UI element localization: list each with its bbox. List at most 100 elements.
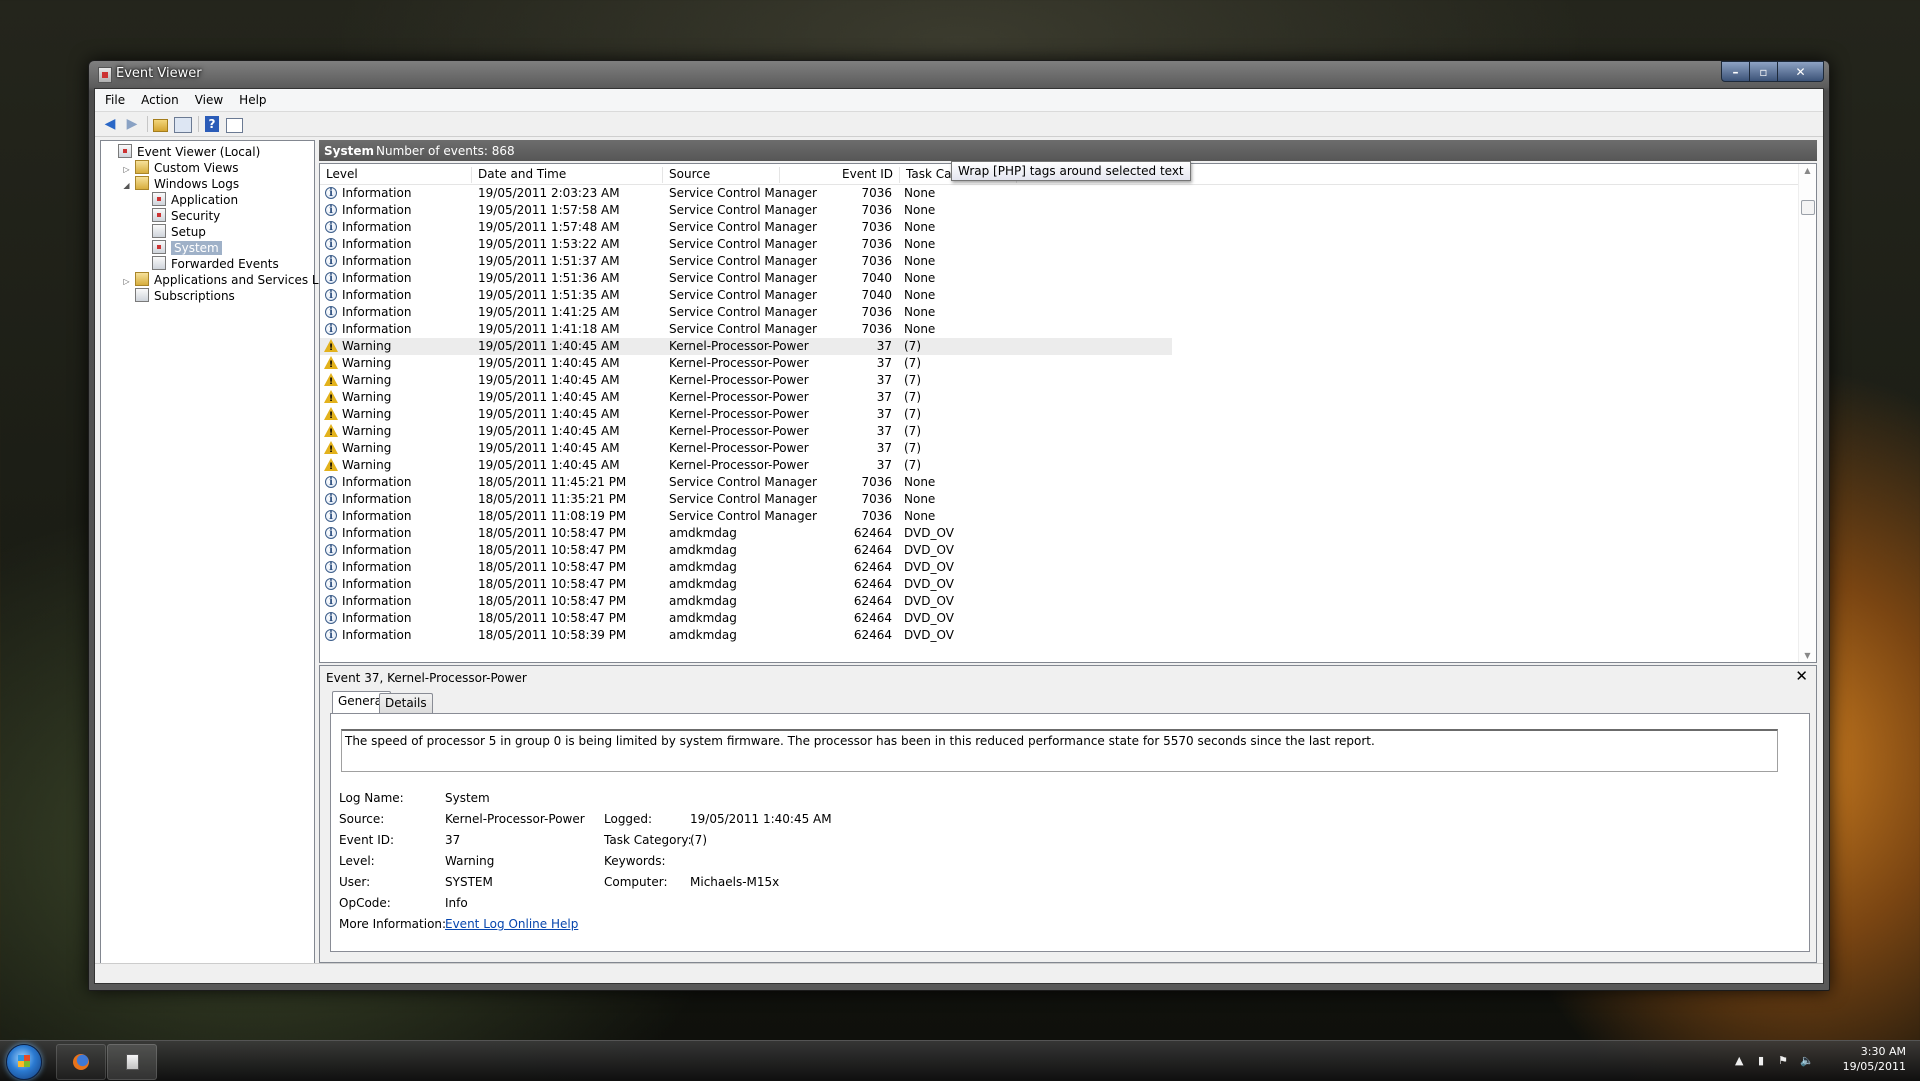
table-row[interactable]: Information 19/05/2011 1:57:58 AM Service … bbox=[320, 202, 1798, 219]
cell-level: Information bbox=[342, 288, 412, 302]
tree-item-windows-logs[interactable]: ◢ Windows Logs bbox=[122, 176, 239, 192]
table-row[interactable]: Information 18/05/2011 10:58:47 PM amdkmda… bbox=[320, 525, 1798, 542]
cell-level: Information bbox=[342, 492, 412, 506]
clock-date[interactable]: 19/05/2011 bbox=[1843, 1060, 1906, 1073]
vertical-scrollbar[interactable]: ▲ ▼ bbox=[1798, 164, 1816, 662]
scroll-down-icon[interactable]: ▼ bbox=[1803, 651, 1812, 660]
tree-item-event-viewer-local[interactable]: Event Viewer (Local) bbox=[105, 144, 260, 160]
properties-icon[interactable] bbox=[226, 118, 243, 133]
help-icon[interactable]: ? bbox=[205, 116, 219, 132]
information-icon bbox=[325, 474, 337, 491]
scroll-up-icon[interactable]: ▲ bbox=[1803, 166, 1812, 175]
table-row[interactable]: Information 18/05/2011 11:08:19 PM Service… bbox=[320, 508, 1798, 525]
table-row[interactable]: Information 18/05/2011 10:58:47 PM amdkmda… bbox=[320, 593, 1798, 610]
scroll-thumb[interactable] bbox=[1801, 200, 1815, 215]
forward-arrow-icon[interactable]: ▶ bbox=[124, 116, 140, 132]
table-row[interactable]: Warning 19/05/2011 1:40:45 AM Kernel-Proce… bbox=[320, 440, 1798, 459]
minimize-button[interactable]: – bbox=[1721, 61, 1750, 82]
menu-file[interactable]: File bbox=[95, 89, 133, 111]
menu-help[interactable]: Help bbox=[231, 89, 274, 111]
table-row[interactable]: Information 19/05/2011 1:41:18 AM Service … bbox=[320, 321, 1798, 338]
table-row[interactable]: Warning 19/05/2011 1:40:45 AM Kernel-Proce… bbox=[320, 338, 1798, 357]
table-row[interactable]: Warning 19/05/2011 1:40:45 AM Kernel-Proce… bbox=[320, 423, 1798, 442]
expand-arrow-icon[interactable]: ◢ bbox=[122, 178, 131, 194]
system-tray: ▲ ▮ ⚑ 🔈 3:30 AM 19/05/2011 bbox=[1728, 1041, 1918, 1081]
table-row[interactable]: Information 18/05/2011 10:58:47 PM amdkmda… bbox=[320, 559, 1798, 576]
tree-item-subscriptions[interactable]: Subscriptions bbox=[122, 288, 235, 304]
table-row[interactable]: Information 19/05/2011 1:51:37 AM Service … bbox=[320, 253, 1798, 270]
table-row[interactable]: Warning 19/05/2011 1:40:45 AM Kernel-Proce… bbox=[320, 457, 1798, 476]
table-row[interactable]: Information 19/05/2011 1:51:35 AM Service … bbox=[320, 287, 1798, 304]
table-row[interactable]: Information 19/05/2011 1:53:22 AM Service … bbox=[320, 236, 1798, 253]
tab-details[interactable]: Details bbox=[379, 693, 433, 713]
column-date-and-time[interactable]: Date and Time bbox=[472, 167, 663, 183]
table-row[interactable]: Information 19/05/2011 1:41:25 AM Service … bbox=[320, 304, 1798, 321]
tree-item-system[interactable]: System bbox=[139, 240, 222, 256]
volume-icon[interactable]: 🔈 bbox=[1800, 1054, 1814, 1067]
start-button[interactable] bbox=[6, 1044, 42, 1080]
clock-time[interactable]: 3:30 AM bbox=[1861, 1045, 1906, 1058]
cell-event-id: 37 bbox=[876, 407, 892, 421]
cell-event-id: 7036 bbox=[861, 475, 892, 489]
tree-item-label: Custom Views bbox=[154, 161, 239, 175]
cell-event-id: 37 bbox=[876, 373, 892, 387]
tree-item-applications-and-services-logs[interactable]: ▷ Applications and Services Logs bbox=[122, 272, 340, 288]
tree-item-custom-views[interactable]: ▷ Custom Views bbox=[122, 160, 239, 176]
table-row[interactable]: Information 18/05/2011 11:45:21 PM Service… bbox=[320, 474, 1798, 491]
tree-item-application[interactable]: Application bbox=[139, 192, 238, 208]
folder-icon bbox=[135, 160, 149, 174]
table-row[interactable]: Information 18/05/2011 10:58:47 PM amdkmda… bbox=[320, 610, 1798, 627]
tree-item-forwarded-events[interactable]: Forwarded Events bbox=[139, 256, 279, 272]
menu-view[interactable]: View bbox=[187, 89, 231, 111]
menu-action[interactable]: Action bbox=[133, 89, 187, 111]
table-row[interactable]: Information 18/05/2011 10:58:39 PM amdkmda… bbox=[320, 627, 1798, 644]
folder-up-icon[interactable] bbox=[153, 119, 168, 132]
table-row[interactable]: Information 18/05/2011 11:35:21 PM Service… bbox=[320, 491, 1798, 508]
table-row[interactable]: Information 19/05/2011 2:03:23 AM Service … bbox=[320, 185, 1798, 202]
cell-task: None bbox=[904, 288, 936, 302]
tree-item-security[interactable]: Security bbox=[139, 208, 220, 224]
status-bar bbox=[95, 963, 1823, 983]
table-row[interactable]: Information 18/05/2011 10:58:47 PM amdkmda… bbox=[320, 576, 1798, 593]
table-row[interactable]: Warning 19/05/2011 1:40:45 AM Kernel-Proce… bbox=[320, 372, 1798, 391]
information-icon bbox=[325, 508, 337, 525]
action-center-icon[interactable]: ⚑ bbox=[1778, 1054, 1788, 1067]
table-row[interactable]: Warning 19/05/2011 1:40:45 AM Kernel-Proce… bbox=[320, 389, 1798, 408]
back-arrow-icon[interactable]: ◀ bbox=[102, 116, 118, 132]
menu-bar: File Action View Help bbox=[95, 89, 1823, 112]
event-log-online-help-link[interactable]: Event Log Online Help bbox=[445, 917, 578, 931]
show-hide-tree-icon[interactable] bbox=[174, 117, 192, 133]
cell-datetime: 18/05/2011 10:58:47 PM bbox=[478, 543, 627, 557]
taskbar-firefox-button[interactable] bbox=[56, 1044, 106, 1080]
table-row[interactable]: Information 19/05/2011 1:51:36 AM Service … bbox=[320, 270, 1798, 287]
cell-datetime: 18/05/2011 10:58:47 PM bbox=[478, 560, 627, 574]
taskbar: ▲ ▮ ⚑ 🔈 3:30 AM 19/05/2011 bbox=[0, 1040, 1920, 1081]
value-source: Kernel-Processor-Power bbox=[445, 812, 585, 826]
table-row[interactable]: Warning 19/05/2011 1:40:45 AM Kernel-Proce… bbox=[320, 355, 1798, 374]
maximize-button[interactable]: ▫ bbox=[1749, 61, 1778, 82]
title-bar[interactable]: Event Viewer – ▫ ✕ bbox=[89, 61, 1829, 87]
event-message[interactable]: The speed of processor 5 in group 0 is b… bbox=[341, 729, 1778, 772]
column-source[interactable]: Source bbox=[663, 167, 780, 183]
cell-task: DVD_OV bbox=[904, 594, 954, 608]
close-button[interactable]: ✕ bbox=[1777, 61, 1824, 82]
column-event-id[interactable]: Event ID bbox=[780, 167, 900, 183]
close-detail-icon[interactable]: ✕ bbox=[1795, 667, 1808, 685]
cell-task: (7) bbox=[904, 339, 921, 353]
cell-level: Information bbox=[342, 322, 412, 336]
table-row[interactable]: Warning 19/05/2011 1:40:45 AM Kernel-Proce… bbox=[320, 406, 1798, 425]
network-icon[interactable]: ▮ bbox=[1758, 1054, 1764, 1067]
show-hidden-icons-icon[interactable]: ▲ bbox=[1735, 1054, 1743, 1067]
cell-level: Information bbox=[342, 203, 412, 217]
cell-task: (7) bbox=[904, 424, 921, 438]
information-icon bbox=[325, 593, 337, 610]
tree-item-setup[interactable]: Setup bbox=[139, 224, 206, 240]
table-row[interactable]: Information 18/05/2011 10:58:47 PM amdkmda… bbox=[320, 542, 1798, 559]
column-level[interactable]: Level bbox=[320, 167, 472, 183]
table-row[interactable]: Information 19/05/2011 1:57:48 AM Service … bbox=[320, 219, 1798, 236]
event-detail-title: Event 37, Kernel-Processor-Power bbox=[326, 671, 527, 685]
cell-source: Kernel-Processor-Power bbox=[669, 339, 809, 353]
cell-task: None bbox=[904, 492, 936, 506]
taskbar-event-viewer-button[interactable] bbox=[107, 1044, 157, 1080]
window-title: Event Viewer bbox=[116, 66, 202, 81]
